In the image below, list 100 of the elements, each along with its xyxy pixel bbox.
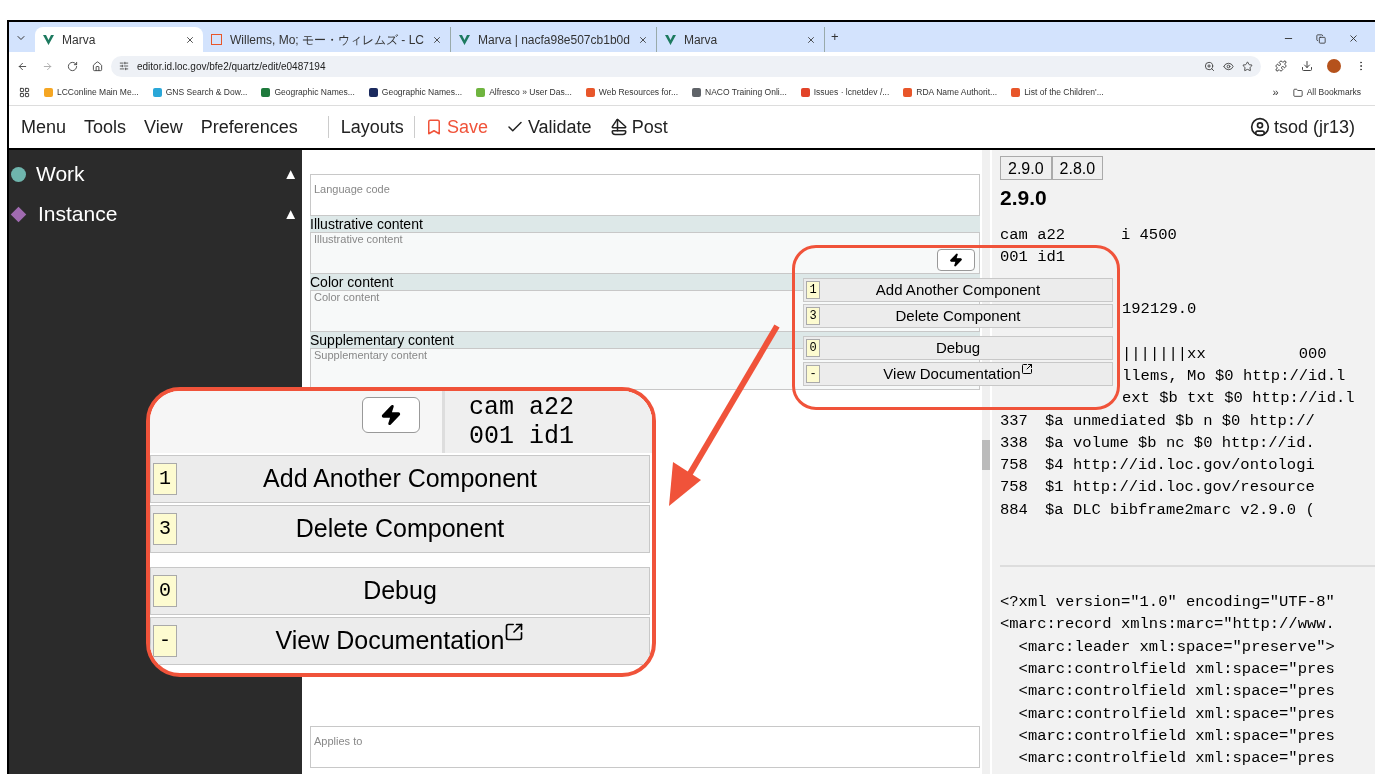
marc-line: cam a22 i 4500 (1000, 224, 1178, 246)
all-bookmarks-button[interactable]: All Bookmarks (1292, 86, 1361, 99)
marc-line: 758 $4 http://id.loc.gov/ontologi (1000, 455, 1315, 477)
shortcut-key: - (806, 365, 820, 383)
lightning-button[interactable] (937, 249, 975, 271)
toggle-arrow[interactable]: ▲ (283, 162, 298, 186)
user-icon (1249, 117, 1270, 137)
shortcut-key: 0 (153, 575, 177, 607)
version-button[interactable]: 2.8.0 (1051, 156, 1104, 180)
menu-item[interactable]: 0 Debug (803, 336, 1113, 360)
home-icon[interactable] (92, 60, 103, 72)
bookmark[interactable]: RDA Name Authorit... (903, 86, 998, 99)
bookmark[interactable]: List of the Children'... (1011, 86, 1104, 99)
profile-avatar[interactable] (1327, 59, 1341, 73)
toggle-arrow[interactable]: ▲ (283, 202, 298, 226)
bookmark[interactable]: NACO Training Onli... (692, 86, 787, 99)
menu-link[interactable]: Preferences (200, 113, 298, 141)
menu-link[interactable]: Tools (84, 113, 127, 141)
shortcut-key: - (153, 625, 177, 657)
shortcut-key: 1 (806, 281, 820, 299)
xml-line: <marc:controlfield xml:space="pres (1017, 725, 1336, 747)
xml-line: <?xml version="1.0" encoding="UTF-8" (1000, 592, 1336, 614)
input-field[interactable]: Illustrative content (310, 232, 980, 274)
library-logo-icon (211, 34, 222, 45)
marc-line: 338 $a volume $b nc $0 http://id. (1000, 432, 1315, 454)
eye-icon[interactable] (1223, 60, 1234, 72)
close-icon[interactable] (637, 34, 648, 45)
section-heading: Illustrative content (310, 216, 980, 232)
marc-line: ext $b txt $0 http://id.l (1122, 388, 1355, 410)
menu-item[interactable]: - View Documentation (150, 617, 650, 665)
marc-line: 758 $1 http://id.loc.gov/resource (1000, 477, 1315, 499)
close-icon[interactable] (1348, 33, 1359, 44)
bookmark-star-icon[interactable] (1242, 60, 1253, 72)
bookmark[interactable]: Geographic Names... (261, 86, 355, 99)
v-logo-icon (43, 34, 54, 45)
url-text: editor.id.loc.gov/bfe2/quartz/edit/e0487194 (137, 59, 327, 74)
xml-line: <marc:controlfield xml:space="pres (1017, 658, 1336, 680)
menu-item[interactable]: - View Documentation (803, 362, 1113, 386)
back-icon[interactable] (17, 60, 28, 72)
bookmark[interactable]: GNS Search & Dow... (152, 86, 248, 99)
marc-line: 001 id1 (469, 422, 576, 451)
marc-line: 337 $a unmediated $b n $0 http:// (1000, 410, 1315, 432)
address-bar[interactable]: editor.id.loc.gov/bfe2/quartz/edit/e0487194 (111, 55, 1261, 77)
external-link-icon (1020, 362, 1033, 375)
marc-line: cam a22 (469, 393, 576, 422)
zoom-icon[interactable] (1204, 60, 1215, 72)
bookmark[interactable]: Geographic Names... (368, 86, 463, 99)
menu-item[interactable]: 0 Debug (150, 567, 650, 615)
xml-line: <marc:controlfield xml:space="pres (1017, 748, 1336, 770)
lightning-button[interactable] (362, 397, 420, 433)
v-logo-icon (459, 34, 470, 45)
validate-button[interactable]: Validate (505, 113, 592, 141)
bookmark[interactable]: Alfresco » User Das... (476, 86, 572, 99)
lightning-icon (380, 404, 402, 426)
shortcut-key: 0 (806, 339, 820, 357)
menu-item[interactable]: 1 Add Another Component (150, 455, 650, 503)
menu-link[interactable]: View (144, 113, 183, 141)
sidebar-item[interactable]: Instance ▲ (9, 194, 302, 234)
menu-item[interactable]: 1 Add Another Component (803, 278, 1113, 302)
folder-icon (1292, 87, 1303, 98)
marc-line: |||||||xx 000 (1122, 343, 1327, 365)
bookmark[interactable]: LCConline Main Me... (44, 86, 139, 99)
xml-line: <marc:leader xml:space="preserve"> (1017, 636, 1336, 658)
restore-icon[interactable] (1316, 33, 1326, 44)
input-field[interactable]: Applies to (310, 726, 980, 768)
new-tab-button[interactable]: + (830, 26, 839, 46)
tab-title: Marva (62, 31, 97, 49)
close-icon[interactable] (185, 34, 195, 45)
tab-title: Marva (683, 31, 719, 49)
input-field[interactable]: Language code (310, 174, 980, 216)
menu-link[interactable]: Menu (21, 113, 67, 141)
browser-tab[interactable]: Marva (35, 27, 203, 52)
post-button[interactable]: Post (609, 113, 668, 141)
user-button[interactable]: tsod (jr13) (1249, 113, 1355, 141)
xml-line: <marc:record xmlns:marc="http://www. (1000, 614, 1336, 636)
bookmark[interactable]: Issues · lcnetdev /... (800, 86, 890, 99)
version-button[interactable]: 2.9.0 (1000, 156, 1052, 180)
close-icon[interactable] (432, 34, 442, 45)
save-button[interactable]: Save (424, 113, 488, 141)
menu-item[interactable]: 3 Delete Component (803, 304, 1113, 328)
download-icon[interactable] (1301, 60, 1313, 72)
version-heading: 2.9.0 (1000, 185, 1048, 211)
close-icon[interactable] (805, 34, 816, 45)
apps-icon[interactable] (19, 87, 30, 98)
site-settings-icon[interactable] (119, 61, 129, 71)
sailboat-icon (609, 118, 628, 136)
xml-line: <marc:controlfield xml:space="pres (1017, 703, 1336, 725)
bookmark[interactable]: Web Resources for... (585, 86, 678, 99)
tab-title: Willems, Mo; モー・ウィレムズ - LC (230, 31, 424, 49)
reload-icon[interactable] (67, 60, 78, 72)
extensions-icon[interactable] (1275, 60, 1287, 72)
more-bookmarks-button[interactable]: » (1272, 84, 1279, 101)
menu-link[interactable]: Layouts (340, 113, 404, 141)
menu-item[interactable]: 3 Delete Component (150, 505, 650, 553)
marc-line: 884 $a DLC bibframe2marc v2.9.0 ( (1000, 499, 1315, 521)
lightning-icon (949, 253, 963, 267)
sidebar-item[interactable]: Work ▲ (9, 154, 302, 194)
xml-line: <marc:controlfield xml:space="pres (1017, 681, 1336, 703)
marc-line: 001 id1 (1000, 246, 1067, 268)
shortcut-key: 3 (153, 513, 177, 545)
